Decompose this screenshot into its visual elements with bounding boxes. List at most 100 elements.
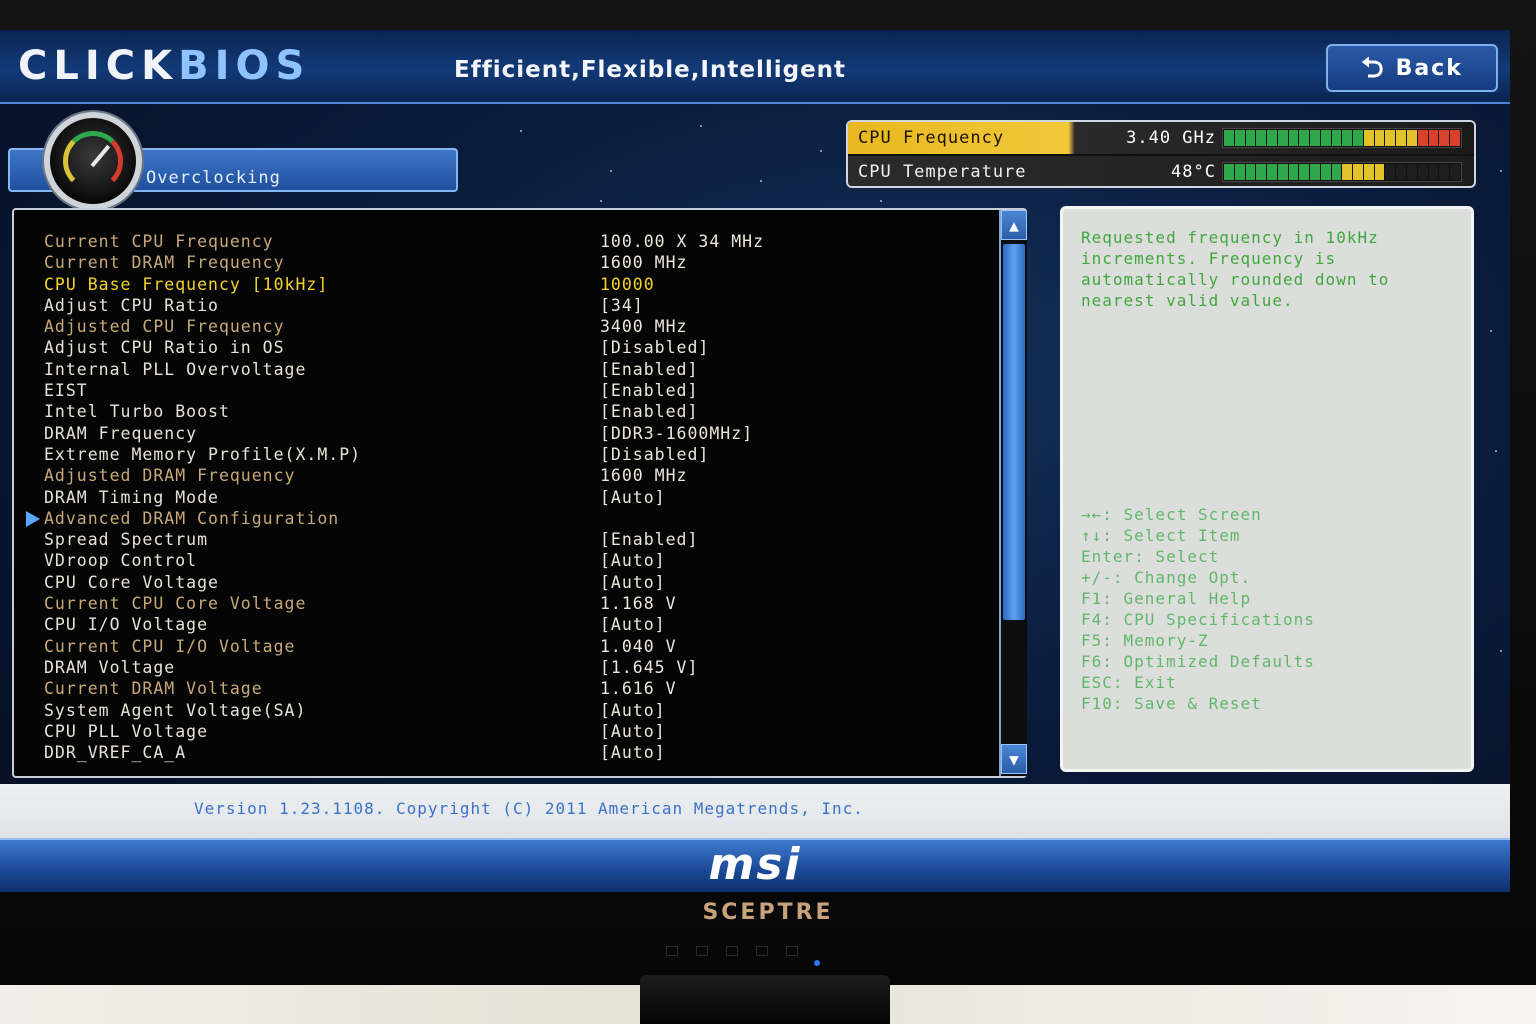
meter-segment <box>1450 164 1460 180</box>
back-arrow-icon: ⮌ <box>1361 51 1386 84</box>
meter-segment <box>1320 130 1331 146</box>
star <box>1495 450 1497 452</box>
meter-segment <box>1363 130 1374 146</box>
setting-row[interactable]: Advanced DRAM Configuration <box>14 509 994 530</box>
meter-segment <box>1385 164 1396 180</box>
setting-row[interactable]: CPU PLL Voltage [Auto] <box>14 722 994 743</box>
setting-row[interactable]: Current DRAM Frequency 1600 MHz <box>14 253 994 274</box>
meter-segment <box>1256 130 1267 146</box>
clickbios-logo: CLiCK BiOS <box>18 43 310 89</box>
setting-row[interactable]: DRAM Timing Mode [Auto] <box>14 488 994 509</box>
key-hint: ↑↓: Select Item <box>1081 526 1241 545</box>
tab-overclocking-label: Overclocking <box>146 168 281 188</box>
meter-segment <box>1277 130 1288 146</box>
setting-label: Current DRAM Frequency <box>44 253 285 273</box>
setting-row[interactable]: CPU Base Frequency [10kHz] 10000 <box>14 275 994 296</box>
setting-value[interactable]: 10000 <box>600 275 655 294</box>
meter-segment <box>1439 130 1450 146</box>
setting-row[interactable]: EIST [Enabled] <box>14 381 994 402</box>
meter-segment <box>1299 130 1310 146</box>
setting-row[interactable]: Current CPU I/O Voltage 1.040 V <box>14 637 994 658</box>
setting-value[interactable]: [34] <box>600 296 644 315</box>
meter-segment <box>1310 164 1320 180</box>
settings-list: Current CPU Frequency 100.00 X 34 MHz Curr… <box>14 232 994 764</box>
scrollbar[interactable]: ▲ ▼ <box>999 210 1027 776</box>
setting-row[interactable]: Internal PLL Overvoltage [Enabled] <box>14 360 994 381</box>
setting-row[interactable]: CPU Core Voltage [Auto] <box>14 573 994 594</box>
meter-segment <box>1288 130 1299 146</box>
cpu-stats-panel: CPU Frequency 3.40 GHz CPU Temperature 4… <box>846 120 1476 188</box>
setting-value[interactable]: [1.645 V] <box>600 658 698 677</box>
star <box>520 130 522 132</box>
meter-segment <box>1417 130 1428 146</box>
key-hint: +/-: Change Opt. <box>1081 568 1252 587</box>
setting-row[interactable]: DRAM Voltage [1.645 V] <box>14 658 994 679</box>
setting-row[interactable]: Spread Spectrum [Enabled] <box>14 530 994 551</box>
setting-value[interactable]: [Auto] <box>600 573 666 592</box>
setting-value[interactable]: [DDR3-1600MHz] <box>600 424 753 443</box>
monitor-stand <box>640 975 890 1024</box>
setting-value[interactable]: [Auto] <box>600 551 666 570</box>
meter-segment <box>1310 130 1320 146</box>
tagline: Efficient,Flexible,Intelligent <box>454 57 847 83</box>
setting-row[interactable]: System Agent Voltage(SA) [Auto] <box>14 701 994 722</box>
star <box>1500 170 1502 172</box>
setting-row[interactable]: Current CPU Frequency 100.00 X 34 MHz <box>14 232 994 253</box>
meter-segment <box>1353 130 1363 146</box>
setting-label: Current CPU Frequency <box>44 232 274 251</box>
submenu-arrow-icon <box>26 510 40 527</box>
settings-list-panel: Current CPU Frequency 100.00 X 34 MHz Curr… <box>12 208 1027 778</box>
setting-row[interactable]: DDR_VREF_CA_A [Auto] <box>14 743 994 764</box>
setting-row[interactable]: Adjusted DRAM Frequency 1600 MHz <box>14 466 994 487</box>
setting-row[interactable]: Intel Turbo Boost [Enabled] <box>14 402 994 423</box>
back-button[interactable]: ⮌ Back <box>1326 44 1498 92</box>
setting-label: CPU Core Voltage <box>44 572 219 592</box>
setting-value[interactable]: [Auto] <box>600 722 666 741</box>
setting-value[interactable]: [Enabled] <box>600 402 698 421</box>
setting-row[interactable]: Adjust CPU Ratio in OS [Disabled] <box>14 338 994 359</box>
setting-value[interactable]: [Disabled] <box>600 445 709 464</box>
setting-label: Current CPU Core Voltage <box>44 594 307 614</box>
scroll-thumb[interactable] <box>1003 244 1025 620</box>
setting-row[interactable]: Extreme Memory Profile(X.M.P) [Disabled] <box>14 445 994 466</box>
meter-segment <box>1396 130 1407 146</box>
star <box>880 200 882 202</box>
msi-logo: msi <box>708 839 802 890</box>
setting-value: 100.00 X 34 MHz <box>600 232 765 251</box>
help-panel: Requested frequency in 10kHz increments.… <box>1060 206 1474 772</box>
scroll-up-button[interactable]: ▲ <box>1001 210 1027 240</box>
setting-value[interactable]: [Enabled] <box>600 360 698 379</box>
setting-label: CPU PLL Voltage <box>44 721 209 741</box>
meter-segment <box>1277 164 1288 180</box>
monitor-button <box>756 946 768 956</box>
bios-screen: CLiCK BiOS Efficient,Flexible,Intelligen… <box>0 30 1510 892</box>
setting-label: Adjusted CPU Frequency <box>44 317 285 337</box>
setting-value[interactable]: [Auto] <box>600 615 666 634</box>
meter-segment <box>1342 164 1353 180</box>
cpu-frequency-label: CPU Frequency <box>858 128 1005 148</box>
star <box>600 200 602 202</box>
setting-label: Advanced DRAM Configuration <box>44 508 340 528</box>
setting-value[interactable]: [Enabled] <box>600 530 698 549</box>
scroll-down-button[interactable]: ▼ <box>1001 744 1027 774</box>
meter-segment <box>1267 130 1277 146</box>
setting-label: CPU Base Frequency [10kHz] <box>44 274 329 294</box>
setting-value[interactable]: [Auto] <box>600 701 666 720</box>
setting-value: 1600 MHz <box>600 253 688 273</box>
setting-label: DRAM Timing Mode <box>44 487 219 507</box>
setting-row[interactable]: DRAM Frequency [DDR3-1600MHz] <box>14 424 994 445</box>
setting-value[interactable]: [Auto] <box>600 488 666 507</box>
setting-row[interactable]: Current CPU Core Voltage 1.168 V <box>14 594 994 615</box>
setting-value[interactable]: [Disabled] <box>600 338 709 357</box>
help-description: Requested frequency in 10kHz increments.… <box>1081 228 1400 310</box>
setting-value: 1600 MHz <box>600 466 688 486</box>
setting-value[interactable]: [Enabled] <box>600 381 698 400</box>
cpu-temperature-value: 48°C <box>1171 162 1216 182</box>
setting-row[interactable]: VDroop Control [Auto] <box>14 551 994 572</box>
setting-row[interactable]: Adjust CPU Ratio [34] <box>14 296 994 317</box>
setting-row[interactable]: Current DRAM Voltage 1.616 V <box>14 679 994 700</box>
setting-row[interactable]: CPU I/O Voltage [Auto] <box>14 615 994 636</box>
meter-segment <box>1342 130 1353 146</box>
setting-row[interactable]: Adjusted CPU Frequency 3400 MHz <box>14 317 994 338</box>
setting-value[interactable]: [Auto] <box>600 743 666 762</box>
